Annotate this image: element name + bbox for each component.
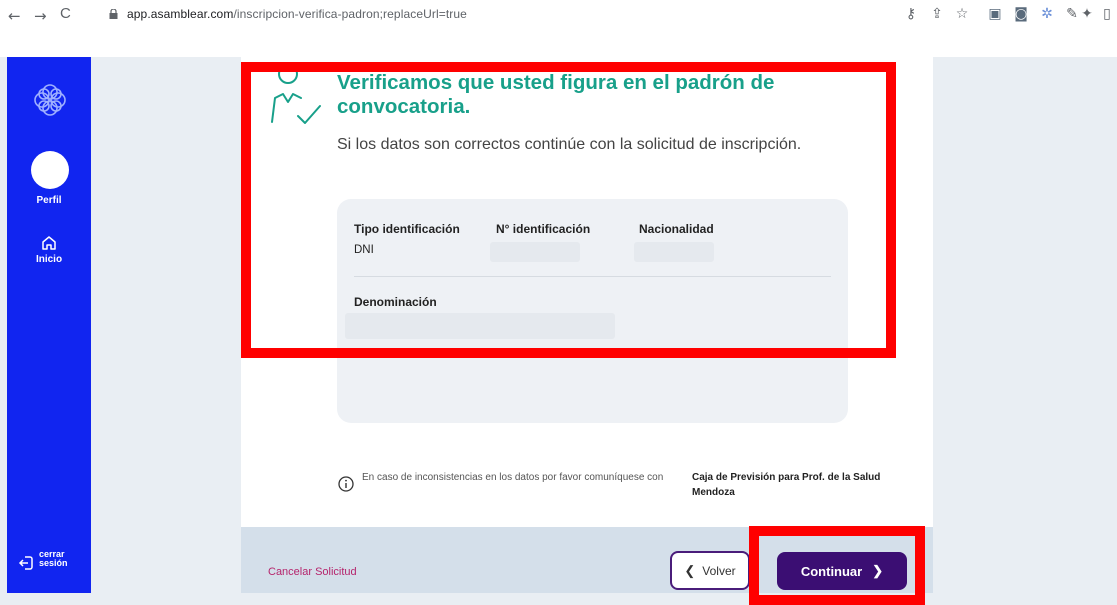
- continue-button[interactable]: Continuar ❯: [777, 552, 907, 590]
- nacionalidad-value-redacted: [634, 242, 714, 262]
- numero-identificacion-value-redacted: [490, 242, 580, 262]
- avatar[interactable]: [31, 151, 69, 189]
- star-icon[interactable]: ☆: [954, 6, 970, 22]
- logout-label-line2: sesión: [39, 558, 68, 568]
- tipo-identificacion-header: Tipo identificación: [354, 222, 460, 236]
- puzzle-icon[interactable]: ✦: [1079, 6, 1095, 22]
- info-icon: [338, 476, 354, 492]
- key-icon[interactable]: ⚷: [903, 6, 919, 22]
- numero-identificacion-header: N° identificación: [496, 222, 591, 236]
- continue-button-label: Continuar: [800, 563, 863, 579]
- logout-icon[interactable]: [18, 554, 36, 572]
- forward-arrow-icon[interactable]: →: [34, 7, 47, 25]
- page-title: Verificamos que usted figura en el padró…: [337, 71, 775, 118]
- reload-icon[interactable]: C: [60, 5, 71, 22]
- browser-toolbar: ← → C app.asamblear.com/inscripcion-veri…: [0, 0, 1117, 31]
- url-path: /inscripcion-verifica-padron;replaceUrl=…: [233, 7, 467, 21]
- logout-button[interactable]: cerrar sesión: [39, 550, 68, 568]
- info-text: En caso de inconsistencias en los datos …: [362, 472, 664, 483]
- cancel-request-link[interactable]: Cancelar Solicitud: [268, 566, 357, 578]
- info-organization: Caja de Previsión para Prof. de la Salud…: [692, 472, 881, 498]
- tipo-identificacion-value: DNI: [354, 244, 374, 256]
- card-divider: [354, 276, 831, 277]
- sidepanel-icon[interactable]: ▯: [1099, 6, 1115, 22]
- chevron-right-icon: ❯: [872, 563, 884, 578]
- extension-4-icon[interactable]: ✎: [1064, 6, 1080, 22]
- lock-icon: [109, 9, 118, 19]
- denominacion-header: Denominación: [354, 295, 437, 309]
- home-icon[interactable]: [41, 235, 57, 251]
- sidebar-item-home[interactable]: Inicio: [7, 254, 91, 265]
- sidebar: Perfil Inicio cerrar sesión: [7, 57, 91, 593]
- share-icon[interactable]: ⇪: [929, 6, 945, 22]
- extension-1-icon[interactable]: ▣: [987, 6, 1003, 22]
- back-button-label: Volver: [702, 563, 736, 578]
- verified-person-icon: [271, 64, 321, 124]
- back-button[interactable]: ❮ Volver: [670, 551, 750, 590]
- extension-2-icon[interactable]: ◙: [1013, 6, 1029, 22]
- url-host: app.asamblear.com: [127, 7, 234, 21]
- nacionalidad-header: Nacionalidad: [639, 222, 714, 236]
- denominacion-value-redacted: [345, 313, 615, 339]
- brand-logo-icon: [34, 84, 66, 116]
- url-text[interactable]: app.asamblear.com/inscripcion-verifica-p…: [127, 7, 467, 21]
- extension-3-icon[interactable]: ✲: [1039, 6, 1055, 22]
- page-subtitle: Si los datos son correctos continúe con …: [337, 136, 802, 153]
- back-arrow-icon[interactable]: ←: [8, 7, 21, 25]
- sidebar-item-profile[interactable]: Perfil: [7, 195, 91, 206]
- chevron-left-icon: ❮: [684, 562, 696, 578]
